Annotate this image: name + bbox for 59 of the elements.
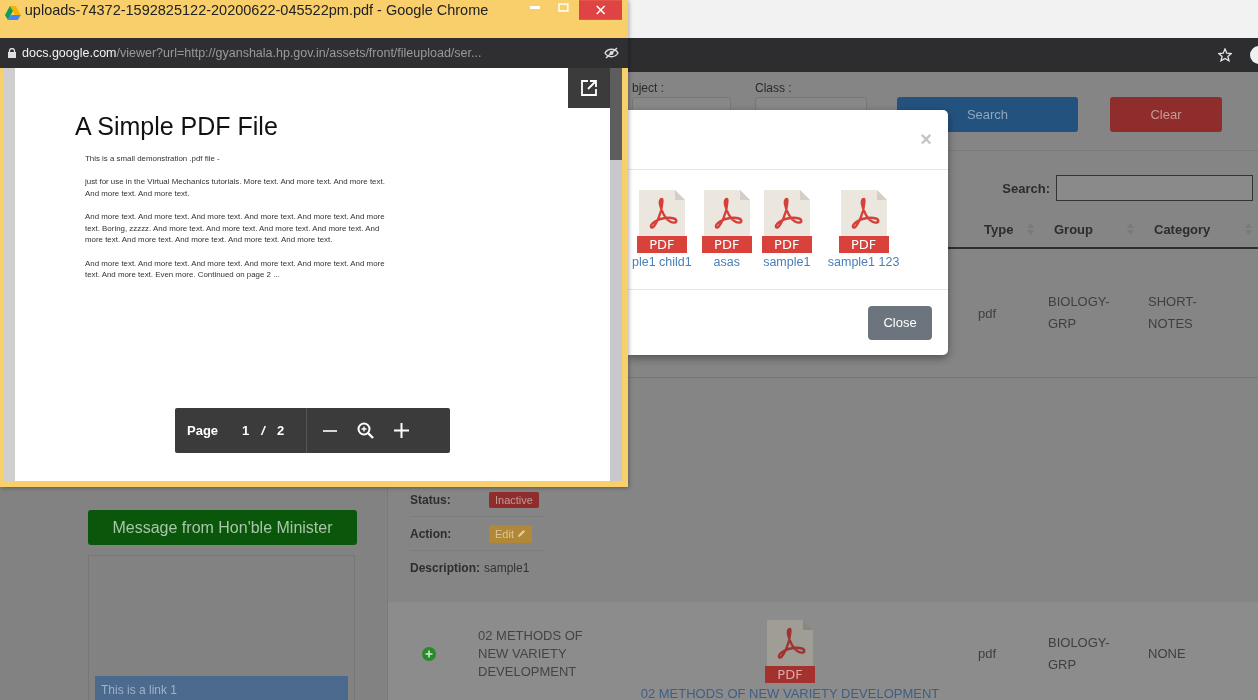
document-icon — [761, 190, 812, 236]
plus-icon — [422, 646, 436, 661]
file-link[interactable]: sample1 123 — [827, 255, 900, 269]
page-label: Page — [187, 423, 219, 438]
document-title: A Simple PDF File — [75, 112, 279, 141]
table-cell-text: BIOLOGY-GRP — [1048, 293, 1111, 333]
file-link[interactable]: sample1 — [763, 255, 811, 269]
star-icon — [1218, 48, 1232, 62]
table-cell-text: NONE — [1148, 644, 1187, 663]
filter-label: Class : — [755, 81, 793, 95]
page-number[interactable]: 1 — [242, 423, 250, 438]
eye-slash-icon — [604, 47, 619, 59]
search-label: Search: — [1002, 180, 1050, 196]
document-icon — [636, 190, 687, 236]
file-type-badge: PDF — [761, 236, 812, 253]
file-type-badge: PDF — [636, 236, 687, 253]
zoom-in-icon[interactable] — [357, 422, 375, 439]
search-field[interactable] — [1056, 175, 1253, 201]
close-button[interactable]: Close — [868, 305, 932, 340]
file-type-badge: PDF — [701, 236, 752, 253]
table-cell-text: SHORT-NOTES — [1148, 293, 1198, 333]
document-icon — [838, 190, 889, 236]
drive-icon — [5, 6, 21, 20]
table-cell-text: 02 METHODS OF NEW VARIETY DEVELOPMENT — [478, 626, 584, 681]
minus-icon[interactable] — [323, 429, 338, 432]
window-title: uploads-74372-1592825122-20200622-045522pm.pdf - Google Chrome — [24, 2, 490, 18]
close-icon[interactable] — [578, 0, 622, 20]
profile-icon — [1250, 46, 1258, 64]
page-separator: / — [261, 423, 265, 438]
message-button[interactable]: Message from Hon'ble Minister — [88, 510, 357, 545]
clear-button[interactable]: Clear — [1110, 97, 1222, 132]
document-icon — [701, 190, 752, 236]
open-external-button[interactable] — [568, 68, 610, 108]
filter-label: bject : — [632, 81, 665, 95]
file-type-badge: PDF — [838, 236, 889, 253]
sidebar-link[interactable]: This is a link 1 — [95, 676, 348, 700]
lock-icon — [8, 48, 16, 58]
page-count: 2 — [276, 423, 285, 438]
table-cell: pdf — [978, 646, 997, 661]
file-link[interactable]: ple1 child1 — [632, 255, 692, 269]
detail-label: Status: — [410, 492, 452, 507]
file-link[interactable]: asas — [713, 255, 740, 269]
scrollbar-thumb[interactable] — [610, 68, 622, 160]
column-header[interactable]: Type — [984, 221, 1014, 237]
detail-value: sample1 — [484, 560, 530, 575]
column-header[interactable]: Group — [1054, 221, 1093, 237]
edit-button[interactable]: Edit — [489, 524, 532, 543]
document-icon — [765, 620, 815, 666]
pencil-icon — [516, 529, 526, 538]
detail-label: Description: — [410, 560, 480, 575]
plus-icon[interactable] — [394, 423, 410, 438]
open-external-icon — [580, 79, 598, 97]
file-link[interactable]: 02 METHODS OF NEW VARIETY DEVELOPMENT — [640, 686, 940, 700]
status-badge: Inactive — [489, 491, 539, 508]
detail-label: Action: — [410, 526, 453, 541]
file-type-badge: PDF — [765, 666, 815, 683]
table-cell-text: BIOLOGY-GRP — [1048, 633, 1111, 674]
column-header[interactable]: Category — [1154, 221, 1211, 237]
table-cell: pdf — [978, 305, 997, 321]
